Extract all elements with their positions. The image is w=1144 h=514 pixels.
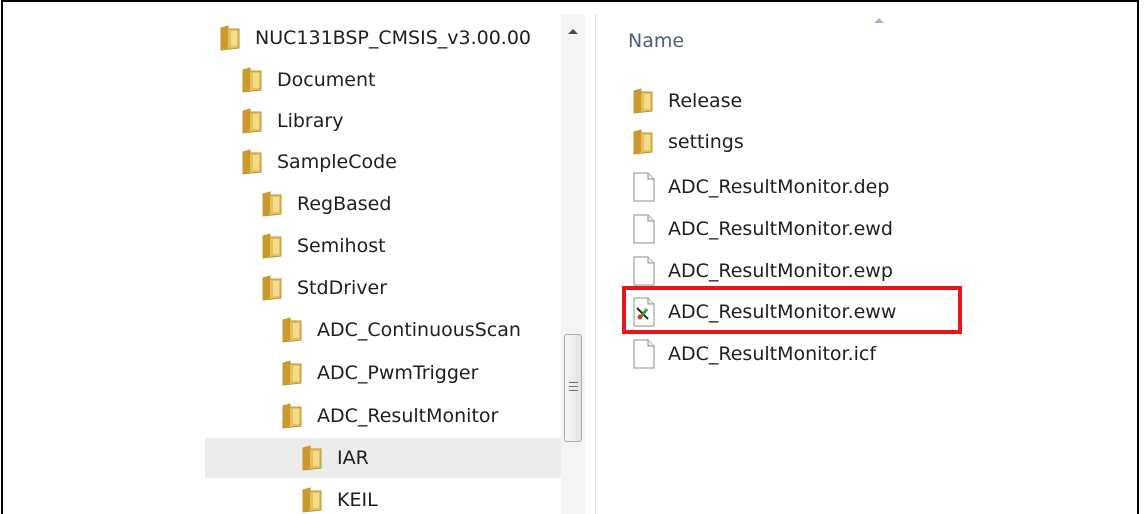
file-item-release[interactable]: Release — [632, 81, 742, 121]
file-label: ADC_ResultMonitor.icf — [668, 343, 877, 365]
file-item-settings[interactable]: settings — [632, 122, 744, 162]
tree-label: ADC_ContinuousScan — [317, 319, 521, 341]
file-item-dep[interactable]: ADC_ResultMonitor.dep — [632, 167, 889, 207]
tree-label: ADC_PwmTrigger — [317, 362, 479, 384]
folder-icon — [220, 25, 240, 51]
tree-item-iar[interactable]: IAR — [205, 438, 561, 478]
folder-icon — [242, 67, 262, 93]
tree-item-stddriver[interactable]: StdDriver — [261, 268, 387, 308]
folder-icon — [262, 275, 282, 301]
folder-icon — [262, 191, 282, 217]
folder-icon — [633, 88, 653, 114]
folder-icon — [282, 403, 302, 429]
tree-item-adc-pwmtrigger[interactable]: ADC_PwmTrigger — [281, 353, 478, 393]
folder-icon — [282, 317, 302, 343]
tree-label: SampleCode — [277, 151, 397, 173]
file-list-pane: Name Release settings ADC_ResultMonitor.… — [596, 14, 972, 514]
scroll-up-arrow-icon — [568, 29, 578, 34]
tree-label: KEIL — [337, 489, 378, 511]
folder-icon — [282, 360, 302, 386]
tree-label: StdDriver — [297, 277, 388, 299]
file-item-ewd[interactable]: ADC_ResultMonitor.ewd — [632, 209, 893, 249]
tree-label: Document — [277, 69, 376, 91]
file-label: ADC_ResultMonitor.ewp — [668, 260, 893, 282]
folder-icon — [302, 487, 322, 513]
file-icon — [633, 339, 655, 369]
tree-label: Library — [277, 110, 344, 132]
tree-label: NUC131BSP_CMSIS_v3.00.00 — [255, 27, 532, 49]
folder-icon — [242, 108, 262, 134]
tree-scrollbar[interactable] — [561, 14, 585, 514]
tree-item-document[interactable]: Document — [241, 60, 375, 100]
tree-item-adc-resultmonitor[interactable]: ADC_ResultMonitor — [281, 396, 498, 436]
thumb-grip-line — [569, 386, 578, 387]
tree-item-adc-continuousscan[interactable]: ADC_ContinuousScan — [281, 310, 521, 350]
tree-item-regbased[interactable]: RegBased — [261, 184, 391, 224]
folder-icon — [633, 129, 653, 155]
thumb-grip-line — [569, 390, 578, 391]
file-label: settings — [668, 131, 744, 153]
tree-label: RegBased — [297, 193, 392, 215]
tree-label: IAR — [337, 447, 369, 469]
scroll-up-button[interactable] — [561, 22, 585, 40]
file-icon — [633, 172, 655, 202]
tree-label: Semihost — [297, 235, 386, 257]
sort-ascending-icon — [874, 18, 884, 23]
file-item-icf[interactable]: ADC_ResultMonitor.icf — [632, 334, 876, 374]
tree-item-samplecode[interactable]: SampleCode — [241, 142, 397, 182]
file-explorer: NUC131BSP_CMSIS_v3.00.00 Document Librar… — [205, 14, 972, 514]
tree-item-semihost[interactable]: Semihost — [261, 226, 386, 266]
tree-item-nuc131bsp[interactable]: NUC131BSP_CMSIS_v3.00.00 — [219, 18, 559, 58]
folder-icon — [242, 149, 262, 175]
tree-item-library[interactable]: Library — [241, 101, 343, 141]
file-label: ADC_ResultMonitor.ewd — [668, 218, 893, 240]
file-label: ADC_ResultMonitor.dep — [668, 176, 890, 198]
file-label: Release — [668, 90, 743, 112]
tree-item-keil[interactable]: KEIL — [301, 480, 378, 514]
file-icon — [633, 256, 655, 286]
column-header-name[interactable]: Name — [628, 30, 684, 52]
highlight-box — [622, 286, 962, 334]
file-item-ewp[interactable]: ADC_ResultMonitor.ewp — [632, 251, 893, 291]
scroll-thumb[interactable] — [564, 334, 582, 442]
navigation-tree: NUC131BSP_CMSIS_v3.00.00 Document Librar… — [205, 14, 595, 514]
file-icon — [633, 214, 655, 244]
folder-icon — [302, 445, 322, 471]
folder-icon — [262, 233, 282, 259]
thumb-grip-line — [569, 382, 578, 383]
tree-label: ADC_ResultMonitor — [317, 405, 499, 427]
